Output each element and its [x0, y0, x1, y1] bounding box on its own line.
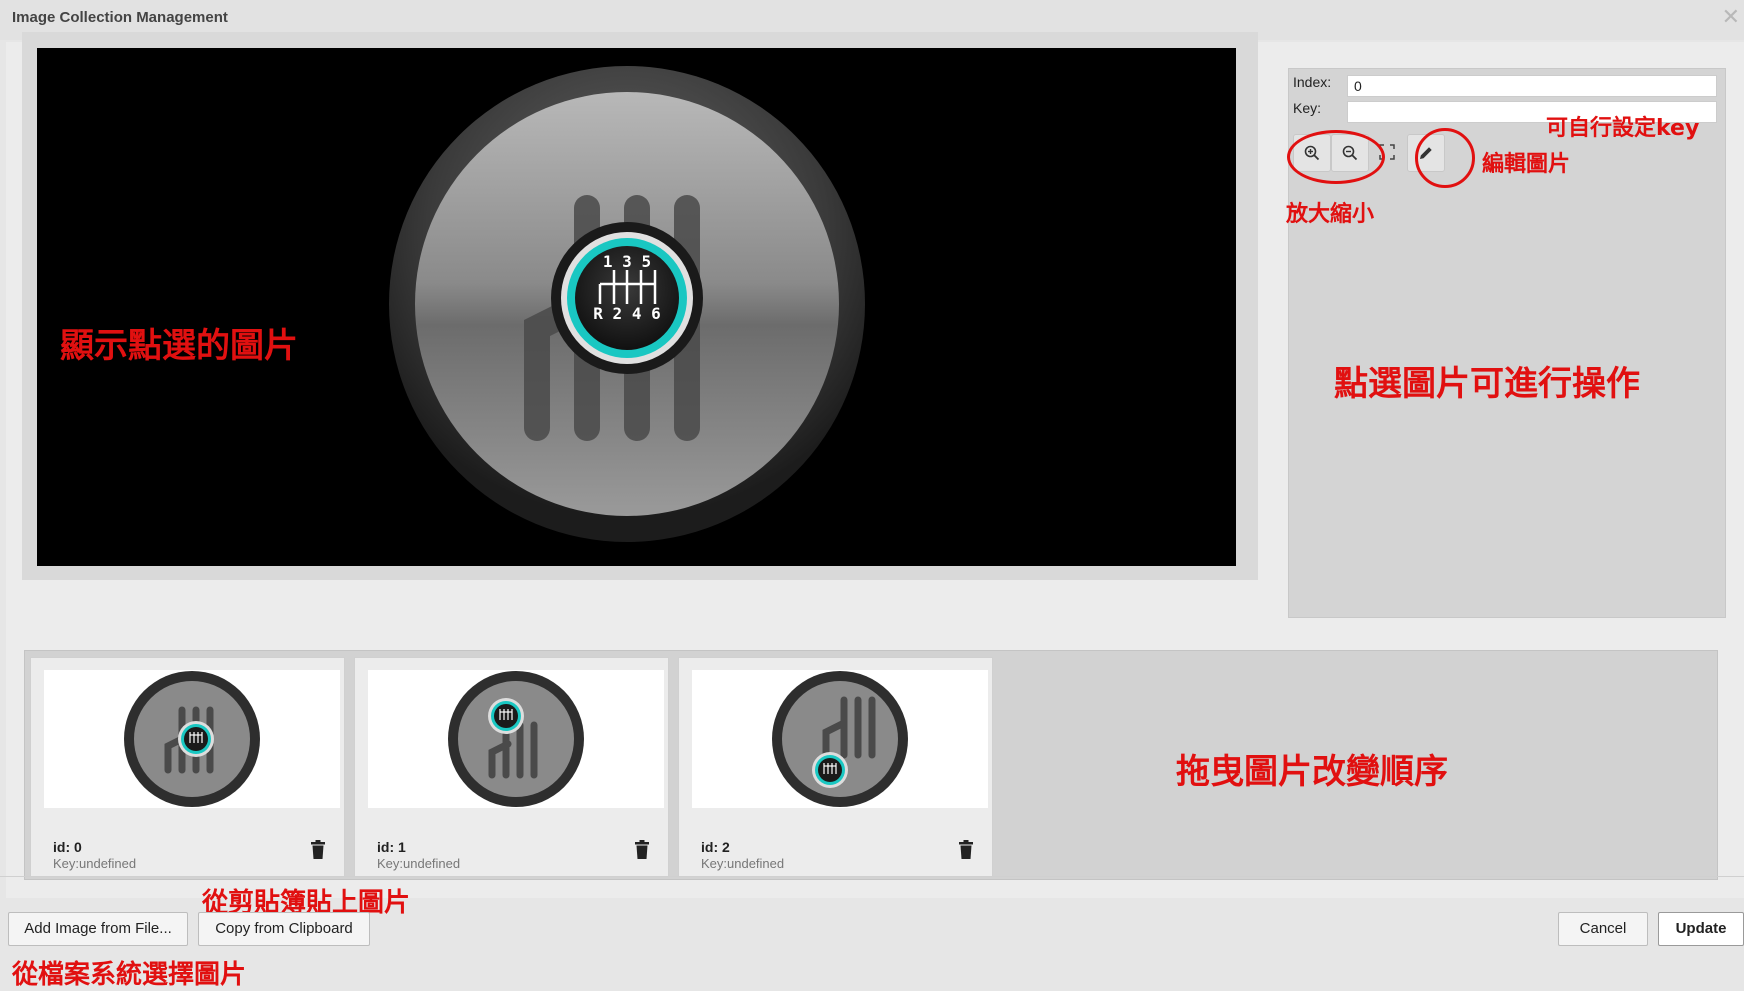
add-image-from-file-button[interactable]: Add Image from File... [8, 912, 188, 946]
thumbnail-strip: id: 0 Key:undefined id: 1 Key:undefined [24, 650, 1718, 880]
gear-lower-label: R 2 4 6 [593, 304, 660, 323]
copy-from-clipboard-button[interactable]: Copy from Clipboard [198, 912, 370, 946]
close-icon[interactable]: ✕ [1722, 4, 1740, 30]
thumbnail-id: id: 1 [377, 839, 406, 855]
annotation-drag-reorder: 拖曳圖片改變順序 [1176, 752, 1448, 792]
annotation-display-selected: 顯示點選的圖片 [60, 326, 298, 366]
key-label: Key: [1293, 100, 1322, 116]
index-label: Index: [1293, 74, 1332, 90]
thumbnail-image [368, 670, 664, 808]
gear-knob-preview: 1 3 5 R 2 4 6 [389, 66, 865, 542]
cancel-button[interactable]: Cancel [1558, 912, 1648, 946]
footer-divider [0, 876, 1744, 877]
trash-icon[interactable] [634, 840, 650, 860]
gear-knob-thumbnail [124, 671, 260, 807]
thumbnail-key: Key:undefined [701, 856, 785, 871]
trash-icon[interactable] [958, 840, 974, 860]
trash-icon[interactable] [310, 840, 326, 860]
gear-knob-thumbnail [448, 671, 584, 807]
thumbnail-card[interactable]: id: 2 Key:undefined [678, 657, 993, 877]
thumbnail-card[interactable]: id: 1 Key:undefined [354, 657, 669, 877]
thumbnail-key: Key:undefined [377, 856, 461, 871]
thumbnail-id: id: 2 [701, 839, 730, 855]
thumbnail-card[interactable]: id: 0 Key:undefined [30, 657, 345, 877]
annotation-set-key: 可自行設定key [1546, 116, 1700, 141]
annotation-zoom: 放大縮小 [1286, 202, 1375, 227]
dialog-title: Image Collection Management [12, 9, 228, 26]
gear-upper-label: 1 3 5 [603, 252, 651, 271]
edit-highlight-circle [1415, 128, 1475, 188]
zoom-highlight-circle [1287, 130, 1385, 184]
index-input[interactable]: 0 [1347, 75, 1717, 97]
thumbnail-image [692, 670, 988, 808]
image-preview[interactable]: 1 3 5 R 2 4 6 [37, 48, 1236, 566]
annotation-choose-file: 從檔案系統選擇圖片 [12, 960, 247, 990]
gear-knob-thumbnail [772, 671, 908, 807]
update-button[interactable]: Update [1658, 912, 1744, 946]
annotation-click-to-operate: 點選圖片可進行操作 [1334, 364, 1640, 404]
thumbnail-id: id: 0 [53, 839, 82, 855]
thumbnail-key: Key:undefined [53, 856, 137, 871]
thumbnail-image [44, 670, 340, 808]
annotation-edit-image: 編輯圖片 [1482, 152, 1571, 177]
